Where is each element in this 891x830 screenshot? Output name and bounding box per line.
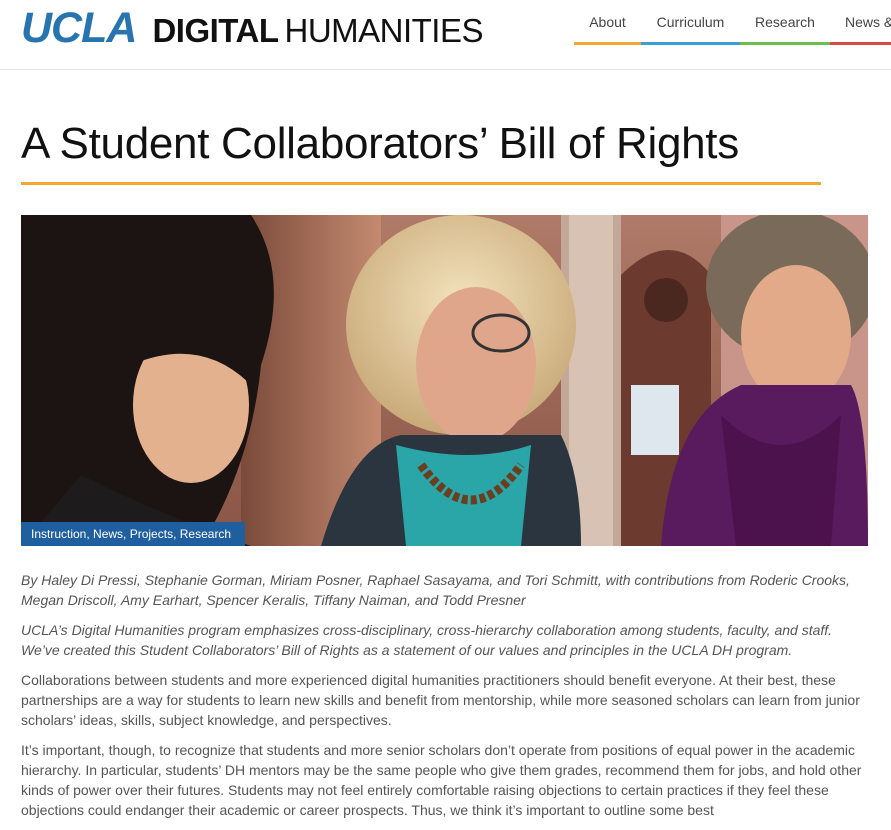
category-link-news[interactable]: News <box>93 527 123 541</box>
nav-item-about[interactable]: About <box>574 0 641 45</box>
featured-image <box>21 215 868 546</box>
nav-item-curriculum[interactable]: Curriculum <box>641 0 740 45</box>
site-header: UCLA DIGITAL HUMANITIES About Curriculum… <box>0 0 891 70</box>
category-link-research[interactable]: Research <box>180 527 231 541</box>
article-paragraph: Collaborations between students and more… <box>21 672 860 728</box>
nav-item-research[interactable]: Research <box>740 0 830 45</box>
category-link-projects[interactable]: Projects <box>130 527 173 541</box>
logo-ucla-text: UCLA <box>21 4 137 52</box>
logo-humanities-text: HUMANITIES <box>284 12 483 49</box>
main-nav: About Curriculum Research News & <box>574 0 891 45</box>
site-logo[interactable]: UCLA DIGITAL HUMANITIES <box>21 5 483 51</box>
category-link-instruction[interactable]: Instruction <box>31 527 86 541</box>
logo-digital-text: DIGITAL <box>152 12 279 49</box>
category-list: Instruction, News, Projects, Research <box>21 522 246 546</box>
title-underline <box>21 182 821 185</box>
article-intro: UCLA’s Digital Humanities program emphas… <box>21 622 833 658</box>
article-paragraph: It’s important, though, to recognize tha… <box>21 742 862 818</box>
article-byline: By Haley Di Pressi, Stephanie Gorman, Mi… <box>21 572 850 608</box>
page-title: A Student Collaborators’ Bill of Rights <box>21 119 739 168</box>
nav-item-news[interactable]: News & <box>830 0 891 45</box>
article-content: By Haley Di Pressi, Stephanie Gorman, Mi… <box>21 570 871 830</box>
